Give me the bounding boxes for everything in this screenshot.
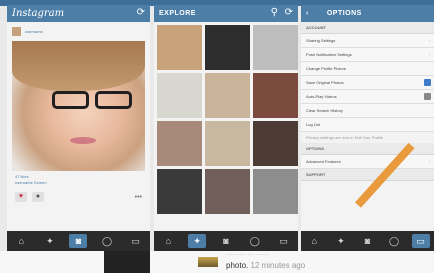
advanced-features-item[interactable]: Advanced Features › [301,155,434,169]
search-icon[interactable]: ⚲ [271,7,278,18]
options-screen: ‹ OPTIONS ACCOUNT Sharing Settings › Push… [301,5,434,251]
options-title: OPTIONS [326,10,362,17]
explore-header: EXPLORE ⚲ ⟳ [154,5,298,22]
grid-photo[interactable] [253,169,298,214]
checkbox-unchecked-icon[interactable] [424,93,431,100]
explore-icon[interactable]: ✦ [41,236,59,247]
app-logo: Instagram [12,8,65,19]
explore-icon[interactable]: ✦ [332,236,350,247]
grid-photo[interactable] [205,25,250,70]
grid-photo[interactable] [253,25,298,70]
checkbox-checked-icon[interactable] [424,79,431,86]
explore-grid [154,22,298,217]
profile-icon[interactable]: ▭ [411,234,430,248]
grid-photo[interactable] [157,169,202,214]
post-text: photo. 12 minutes ago [226,261,305,270]
clear-search-history-item[interactable]: Clear Search History [301,104,434,118]
camera-icon[interactable]: ◙ [358,236,376,246]
photo-glasses [52,91,132,109]
post-meta: 47 likes username Screen [7,171,150,186]
sharing-settings-item[interactable]: Sharing Settings › [301,34,434,48]
tab-bar: ⌂ ✦ ◙ ◯ ▭ [7,231,150,251]
photo-lips [70,137,96,144]
camera-icon[interactable]: ◙ [217,236,235,246]
grid-photo[interactable] [205,121,250,166]
item-label: Push Notification Settings [306,52,352,57]
item-label: Clear Search History [306,108,343,113]
post-header[interactable]: username [7,22,150,41]
log-out-item[interactable]: Log Out [301,118,434,132]
chevron-right-icon: › [428,159,430,164]
photo-hair [12,41,145,91]
tab-bar: ⌂ ✦ ◙ ◯ ▭ [154,231,298,251]
chevron-right-icon: › [428,38,430,43]
item-label: Auto-Play Videos [306,94,337,99]
avatar[interactable] [12,27,21,36]
bottom-feed-strip: ............ .... ........ photo. 12 min… [0,251,434,273]
change-profile-picture-item[interactable]: Change Profile Picture [301,62,434,76]
faint-text: ............ .... ........ [226,251,270,257]
grid-photo[interactable] [157,25,202,70]
more-options-icon[interactable]: ••• [135,194,142,201]
options-section-label: OPTIONS [301,143,434,155]
item-label: Advanced Features [306,159,341,164]
tab-bar: ⌂ ✦ ◙ ◯ ▭ [301,231,434,251]
privacy-note: Privacy settings are now in Edit Your Pr… [306,135,384,140]
grid-photo[interactable] [157,73,202,118]
explore-icon[interactable]: ✦ [188,234,207,248]
post-photo[interactable] [12,41,145,171]
grid-photo[interactable] [253,121,298,166]
back-icon[interactable]: ‹ [306,10,309,17]
grid-photo[interactable] [205,169,250,214]
support-section-label: SUPPORT [301,169,434,181]
home-icon[interactable]: ⌂ [12,236,30,246]
comment-button[interactable]: ● [32,192,44,202]
save-original-photos-item[interactable]: Save Original Photos [301,76,434,90]
post-word: photo. [226,261,249,270]
post-actions: ♥ ● ••• [7,186,150,208]
grid-photo[interactable] [205,73,250,118]
home-icon[interactable]: ⌂ [305,236,323,246]
profile-icon[interactable]: ▭ [127,236,145,247]
camera-icon[interactable]: ◙ [69,234,88,248]
profile-icon[interactable]: ▭ [275,236,293,247]
dark-thumbnail [104,251,150,273]
grid-photo[interactable] [157,121,202,166]
home-icon[interactable]: ⌂ [159,236,177,246]
item-label: Log Out [306,122,321,127]
item-label: Change Profile Picture [306,66,347,71]
explore-title: EXPLORE [159,10,196,17]
post-username[interactable]: username [25,29,43,34]
explore-screen: EXPLORE ⚲ ⟳ ⌂ ✦ ◙ ◯ ▭ [154,5,298,251]
refresh-icon[interactable]: ⟳ [137,7,145,18]
news-icon[interactable]: ◯ [385,236,403,247]
account-section-label: ACCOUNT [301,22,434,34]
refresh-icon[interactable]: ⟳ [285,7,293,18]
post-time: 12 minutes ago [250,261,306,270]
like-button[interactable]: ♥ [15,192,27,202]
item-label: Save Original Photos [306,80,344,85]
options-header: ‹ OPTIONS [301,5,434,22]
item-label: Sharing Settings [306,38,336,43]
post-thumbnail[interactable] [198,257,218,267]
feed-screen: Instagram ⟳ username 47 likes username S… [7,5,150,251]
chevron-right-icon: › [428,52,430,57]
grid-photo[interactable] [253,73,298,118]
feed-header: Instagram ⟳ [7,5,150,22]
news-icon[interactable]: ◯ [246,236,264,247]
news-icon[interactable]: ◯ [98,236,116,247]
push-notification-item[interactable]: Push Notification Settings › [301,48,434,62]
auto-play-videos-item[interactable]: Auto-Play Videos [301,90,434,104]
